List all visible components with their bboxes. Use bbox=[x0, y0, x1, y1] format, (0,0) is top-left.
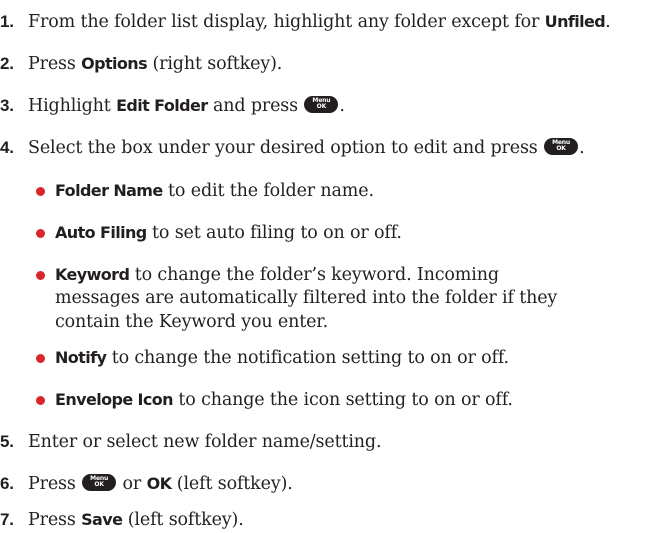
bullet-bold-term: Folder Name bbox=[55, 181, 163, 200]
step-2: 2. Press Options (right softkey). bbox=[0, 53, 282, 75]
step-number: 1. bbox=[0, 12, 14, 31]
bullet-keyword-line-2: messages are automatically filtered into… bbox=[55, 288, 557, 309]
step-3: 3. Highlight Edit Folder and press Menu OK… bbox=[0, 95, 345, 117]
bullet-keyword: Keyword to change the folder’s keyword. … bbox=[55, 264, 499, 286]
step-text: Press bbox=[28, 474, 82, 494]
bullet-bold-term: Notify bbox=[55, 348, 107, 367]
bullet-text: to set auto filing to on or off. bbox=[146, 223, 402, 243]
bullet-text: messages are automatically filtered into… bbox=[55, 288, 558, 308]
bullet-dot bbox=[36, 271, 45, 280]
step-text: Press bbox=[28, 54, 82, 74]
step-5: 5. Enter or select new folder name/settin… bbox=[0, 431, 382, 453]
step-number: 3. bbox=[0, 96, 14, 115]
step-number: 2. bbox=[0, 54, 14, 73]
bullet-dot bbox=[36, 229, 45, 238]
bullet-bold-term: Envelope Icon bbox=[55, 390, 174, 409]
step-number: 6. bbox=[0, 474, 14, 493]
step-6: 6. Press Menu OK or OK (left softkey). bbox=[0, 473, 293, 495]
step-text: . bbox=[339, 96, 345, 116]
step-text: and press bbox=[207, 96, 304, 116]
menu-ok-key-icon: Menu OK bbox=[304, 96, 339, 113]
step-4: 4. Select the box under your desired opti… bbox=[0, 137, 585, 159]
step-bold-term: Edit Folder bbox=[116, 96, 208, 115]
bullet-text: to change the folder’s keyword. Incoming bbox=[129, 265, 499, 285]
bullet-auto-filing: Auto Filing to set auto filing to on or … bbox=[55, 222, 402, 244]
menu-ok-key-icon: Menu OK bbox=[82, 474, 117, 491]
step-text: Press bbox=[28, 510, 82, 530]
step-bold-term: Save bbox=[81, 510, 123, 529]
bullet-keyword-line-3: contain the Keyword you enter. bbox=[55, 312, 328, 333]
bullet-text: to change the icon setting to on or off. bbox=[172, 390, 513, 410]
bullet-dot bbox=[36, 354, 45, 363]
bullet-notify: Notify to change the notification settin… bbox=[55, 347, 509, 369]
step-number: 7. bbox=[0, 510, 14, 529]
bullet-envelope-icon: Envelope Icon to change the icon setting… bbox=[55, 389, 513, 411]
step-1: 1. From the folder list display, highligh… bbox=[0, 11, 611, 33]
instruction-page: 1. From the folder list display, highligh… bbox=[0, 0, 667, 533]
step-number: 4. bbox=[0, 138, 14, 157]
bullet-dot bbox=[36, 187, 45, 196]
step-text: . bbox=[579, 138, 585, 158]
step-bold-term: Unfiled bbox=[544, 12, 606, 31]
bullet-bold-term: Keyword bbox=[55, 265, 130, 284]
bullet-text: to change the notification setting to on… bbox=[106, 348, 509, 368]
bullet-text: contain the Keyword you enter. bbox=[55, 312, 328, 332]
step-7: 7. Press Save (left softkey). bbox=[0, 509, 244, 531]
step-bold-term: Options bbox=[81, 54, 148, 73]
bullet-dot bbox=[36, 396, 45, 405]
step-text: (right softkey). bbox=[147, 54, 283, 74]
step-text: or bbox=[117, 474, 147, 494]
step-number: 5. bbox=[0, 432, 14, 451]
step-bold-term: OK bbox=[146, 474, 172, 493]
step-text: . bbox=[605, 12, 611, 32]
bullet-bold-term: Auto Filing bbox=[55, 223, 147, 242]
step-text: Select the box under your desired option… bbox=[28, 138, 544, 158]
step-text: From the folder list display, highlight … bbox=[28, 12, 545, 32]
step-text: Highlight bbox=[28, 96, 117, 116]
menu-ok-key-icon: Menu OK bbox=[544, 138, 579, 155]
step-text: (left softkey). bbox=[122, 510, 244, 530]
step-text: Enter or select new folder name/setting. bbox=[28, 432, 382, 452]
bullet-text: to edit the folder name. bbox=[162, 181, 374, 201]
step-text: (left softkey). bbox=[171, 474, 293, 494]
bullet-folder-name: Folder Name to edit the folder name. bbox=[55, 180, 374, 202]
